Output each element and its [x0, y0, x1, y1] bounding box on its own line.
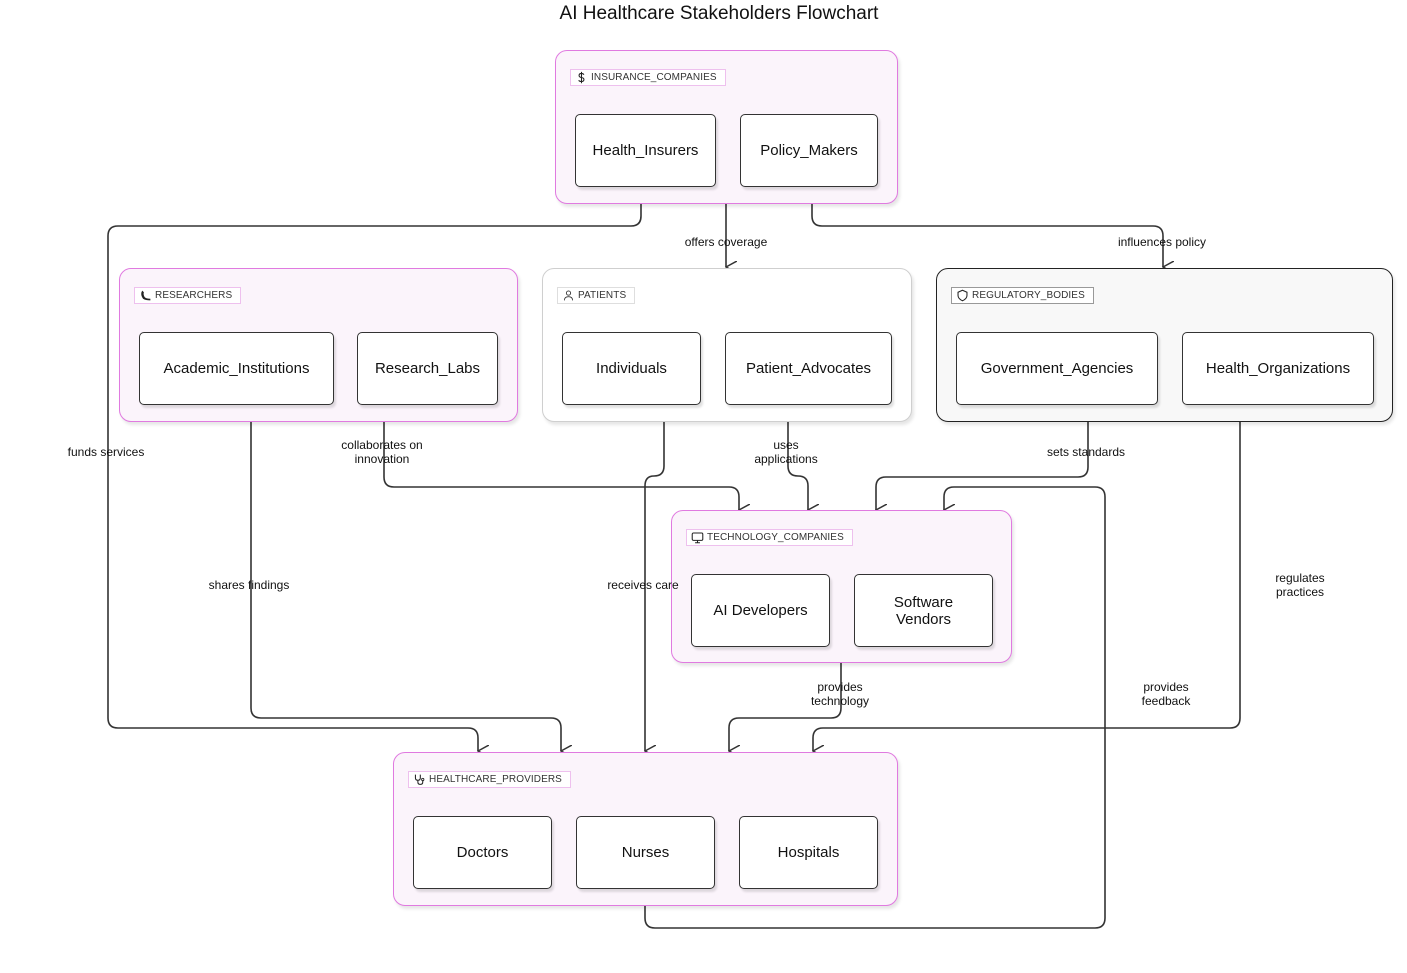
node-label: Research_Labs	[374, 360, 481, 377]
node-label: Patient_Advocates	[745, 360, 872, 377]
node-patient-advocates[interactable]: Patient_Advocates	[725, 332, 892, 405]
edge-label-shares-findings: shares findings	[208, 578, 290, 592]
node-policy-makers[interactable]: Policy_Makers	[740, 114, 878, 187]
group-label: PATIENTS	[578, 290, 627, 301]
group-insurance-companies[interactable]: INSURANCE_COMPANIES Health_Insurers Poli…	[555, 50, 898, 204]
group-label: HEALTHCARE_PROVIDERS	[429, 774, 562, 785]
edge-label-offers-coverage: offers coverage	[684, 235, 768, 249]
edge-label-influences-policy: influences policy	[1117, 235, 1207, 249]
edge-label-provides-technology: provides technology	[810, 680, 870, 708]
node-doctors[interactable]: Doctors	[413, 816, 552, 889]
edge-collaborates[interactable]	[383, 422, 739, 510]
group-tag-regulatory: REGULATORY_BODIES	[951, 287, 1094, 304]
node-label: Policy_Makers	[760, 142, 858, 159]
user-icon	[563, 290, 574, 301]
group-label: INSURANCE_COMPANIES	[591, 72, 717, 83]
edge-sets-standards[interactable]	[876, 422, 1089, 510]
monitor-icon	[691, 532, 704, 544]
node-label: Health_Insurers	[592, 142, 699, 159]
group-technology-companies[interactable]: TECHNOLOGY_COMPANIES AI Developers Softw…	[671, 510, 1012, 663]
group-label: REGULATORY_BODIES	[972, 290, 1085, 301]
edge-label-uses-applications: uses applications	[754, 438, 818, 466]
group-label: RESEARCHERS	[155, 290, 233, 301]
group-tag-providers: HEALTHCARE_PROVIDERS	[408, 771, 571, 788]
group-healthcare-providers[interactable]: HEALTHCARE_PROVIDERS Doctors Nurses Hosp…	[393, 752, 898, 906]
node-label: AI Developers	[713, 602, 808, 619]
flask-icon	[141, 290, 151, 301]
edge-label-sets-standards: sets standards	[1046, 445, 1126, 459]
node-health-organizations[interactable]: Health_Organizations	[1182, 332, 1374, 405]
edge-label-regulates-practices: regulates practices	[1275, 571, 1325, 599]
group-tag-researchers: RESEARCHERS	[134, 287, 242, 304]
node-research-labs[interactable]: Research_Labs	[357, 332, 498, 405]
node-label: Nurses	[621, 844, 670, 861]
edge-label-funds-services: funds services	[67, 445, 145, 459]
node-label: Academic_Institutions	[163, 360, 310, 377]
node-individuals[interactable]: Individuals	[562, 332, 701, 405]
node-academic-institutions[interactable]: Academic_Institutions	[139, 332, 334, 405]
group-regulatory-bodies[interactable]: REGULATORY_BODIES Government_Agencies He…	[936, 268, 1393, 422]
stethoscope-icon	[414, 774, 425, 785]
node-label: Doctors	[456, 844, 509, 861]
node-label: Individuals	[596, 360, 667, 377]
group-label: TECHNOLOGY_COMPANIES	[707, 532, 844, 543]
node-label: Government_Agencies	[980, 360, 1134, 377]
edge-label-receives-care: receives care	[607, 578, 679, 592]
node-label: Software Vendors	[893, 593, 954, 628]
group-tag-technology: TECHNOLOGY_COMPANIES	[686, 529, 853, 546]
node-software-vendors[interactable]: Software Vendors	[854, 574, 993, 647]
node-ai-developers[interactable]: AI Developers	[691, 574, 830, 647]
group-tag-insurance: INSURANCE_COMPANIES	[570, 69, 726, 86]
node-government-agencies[interactable]: Government_Agencies	[956, 332, 1158, 405]
node-label: Health_Organizations	[1205, 360, 1351, 377]
edge-uses-applications[interactable]	[787, 422, 808, 510]
node-health-insurers[interactable]: Health_Insurers	[575, 114, 716, 187]
dollar-icon	[578, 71, 585, 84]
group-tag-patients: PATIENTS	[557, 287, 636, 304]
group-researchers[interactable]: RESEARCHERS Academic_Institutions Resear…	[119, 268, 518, 422]
shield-icon	[957, 289, 968, 302]
node-hospitals[interactable]: Hospitals	[739, 816, 878, 889]
group-patients[interactable]: PATIENTS Individuals Patient_Advocates	[542, 268, 912, 422]
edge-label-collaborates: collaborates on innovation	[341, 438, 423, 466]
node-nurses[interactable]: Nurses	[576, 816, 715, 889]
edge-label-provides-feedback: provides feedback	[1141, 680, 1191, 708]
node-label: Hospitals	[777, 844, 840, 861]
